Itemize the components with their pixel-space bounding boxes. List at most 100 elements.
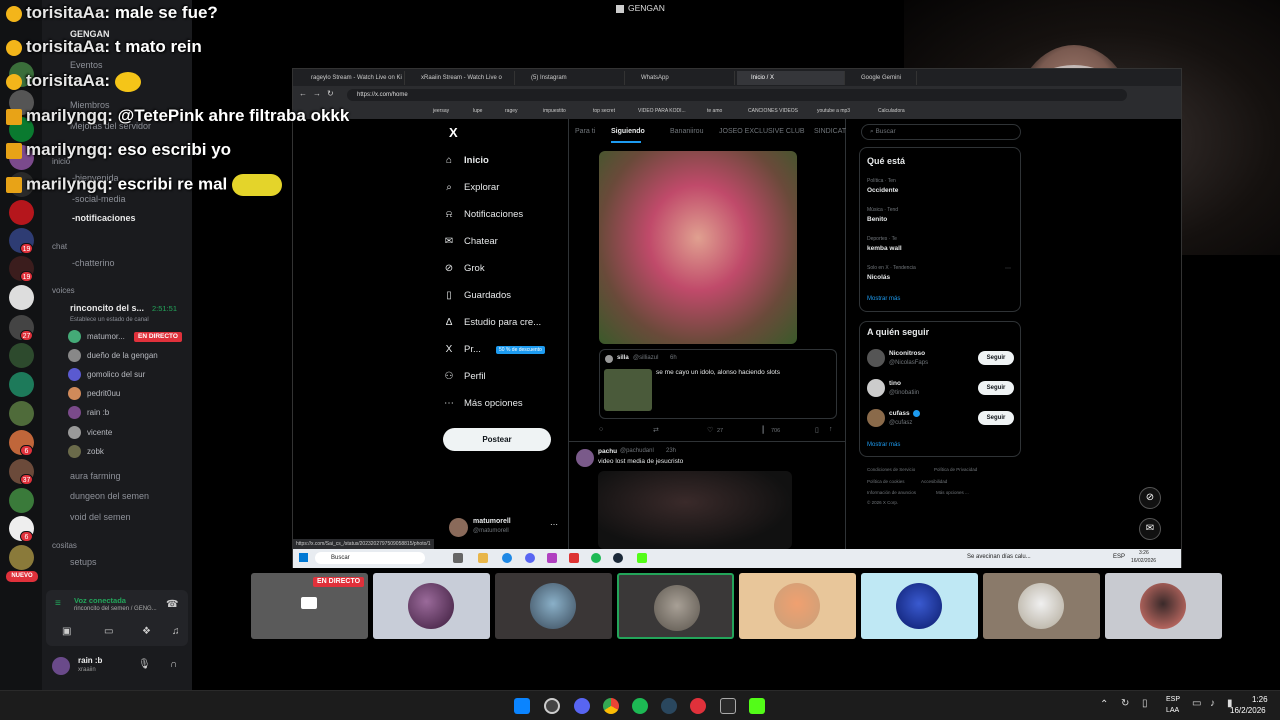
nav-explorar[interactable]: ⌕ Explorar — [443, 182, 499, 193]
voice-channel-name[interactable]: rinconcito del s... — [70, 300, 150, 316]
taskbar-app-icon[interactable] — [613, 553, 623, 563]
follow-name[interactable]: Niconitroso — [889, 350, 925, 357]
display-icon[interactable]: ▭ — [1192, 698, 1201, 709]
post-image[interactable] — [599, 151, 797, 344]
discord-icon[interactable] — [574, 698, 590, 714]
follow-button[interactable]: Seguir — [978, 351, 1014, 365]
soundboard-icon[interactable]: ♫ — [172, 626, 180, 637]
app-icon[interactable] — [690, 698, 706, 714]
call-tile-user-speaking[interactable] — [617, 573, 734, 639]
call-tile-screen[interactable]: EN DIRECTO — [251, 573, 368, 639]
nav-perfil[interactable]: ⚇ Perfil — [443, 371, 486, 382]
nav-estudio[interactable]: ∆ Estudio para cre... — [443, 317, 541, 328]
channel-notificaciones[interactable]: -notificaciones — [72, 210, 186, 226]
voice-user[interactable]: gomolico del sur — [68, 367, 145, 383]
footer-link[interactable]: Política de Privacidad — [934, 467, 977, 472]
repost-icon[interactable]: ⇄ — [653, 426, 659, 434]
kick-icon[interactable] — [749, 698, 765, 714]
bookmark[interactable]: Calculadora — [878, 108, 905, 114]
feed-tab-para-ti[interactable]: Para ti — [575, 128, 595, 135]
follow-name[interactable]: tino — [889, 380, 901, 387]
nav-chatear[interactable]: ✉ Chatear — [443, 236, 498, 247]
trend-name[interactable]: Nicolás — [867, 274, 890, 281]
clock-time[interactable]: 1:26 — [1252, 695, 1268, 704]
nav-notificaciones[interactable]: ⍾ Notificaciones — [443, 209, 523, 220]
inner-search[interactable]: Buscar — [315, 552, 425, 564]
taskbar-app-icon[interactable] — [637, 553, 647, 563]
nav-inicio[interactable]: ⌂ Inicio — [443, 155, 489, 166]
tab-x[interactable]: Inicio / X — [737, 71, 845, 85]
server-icon[interactable] — [9, 372, 34, 397]
windows-start-icon[interactable] — [514, 698, 530, 714]
call-tile-user[interactable] — [1105, 573, 1222, 639]
voice-user[interactable]: vicente — [68, 425, 112, 441]
feed-tab-list[interactable]: JOSEO EXCLUSIVE CLUB — [719, 128, 805, 135]
lang-primary[interactable]: ESP — [1166, 696, 1180, 703]
trend-name[interactable]: Occidente — [867, 187, 898, 194]
headset-icon[interactable]: ∩ — [170, 659, 177, 670]
taskbar-app-icon[interactable] — [453, 553, 463, 563]
bookmark[interactable]: ragey — [505, 108, 518, 114]
chrome-icon[interactable] — [603, 698, 619, 714]
call-tile-user[interactable] — [983, 573, 1100, 639]
grok-float-icon[interactable]: ⊘ — [1139, 487, 1161, 509]
server-icon[interactable] — [9, 200, 34, 225]
follow-avatar[interactable] — [867, 409, 885, 427]
post-button[interactable]: Postear — [443, 428, 551, 451]
bookmark[interactable]: lupe — [473, 108, 482, 114]
server-icon[interactable] — [9, 488, 34, 513]
voice-aura-farming[interactable]: aura farming — [70, 468, 186, 484]
bookmark[interactable]: CANCIONES VIDEOS — [748, 108, 798, 114]
taskbar-app-icon[interactable] — [569, 553, 579, 563]
voice-user[interactable]: rain :b — [68, 405, 109, 421]
voice-dungeon[interactable]: dungeon del semen — [70, 488, 186, 504]
trend-more-icon[interactable]: ⋯ — [1005, 265, 1011, 272]
mic-icon[interactable]: 🎙︎ — [138, 659, 151, 670]
voice-user[interactable]: pedrit0uu — [68, 386, 120, 402]
activity-icon[interactable]: ❖ — [142, 626, 151, 637]
voice-user[interactable]: matumor... — [68, 329, 125, 345]
feed-tab-list[interactable]: Bananiirou — [670, 128, 703, 135]
search-box[interactable]: ⌕ Buscar — [861, 124, 1021, 140]
follow-avatar[interactable] — [867, 349, 885, 367]
tab-kick-xraaiin[interactable]: xRaaiin Stream - Watch Live o — [407, 71, 515, 85]
nav-guardados[interactable]: ▯ Guardados — [443, 290, 511, 301]
category-chat[interactable]: chat — [52, 242, 67, 251]
inner-lang[interactable]: ESP — [1113, 554, 1125, 560]
lang-secondary[interactable]: LAA — [1166, 707, 1179, 714]
server-icon[interactable] — [9, 401, 34, 426]
views-icon[interactable]: ┃ — [761, 426, 765, 434]
follow-button[interactable]: Seguir — [978, 381, 1014, 395]
tab-instagram[interactable]: (5) Instagram — [517, 71, 625, 85]
feed-tab-list[interactable]: SINDICAT — [814, 128, 846, 135]
steam-icon[interactable] — [661, 698, 677, 714]
nav-premium[interactable]: X Pr... — [443, 344, 481, 355]
screen-share-icon[interactable]: ▭ — [104, 626, 113, 637]
call-tile-user[interactable] — [495, 573, 612, 639]
footer-link[interactable]: Accesibilidad — [921, 479, 947, 484]
post2-avatar[interactable] — [576, 449, 594, 467]
spotify-icon[interactable] — [632, 698, 648, 714]
taskbar-app-icon[interactable] — [591, 553, 601, 563]
windows-icon[interactable] — [299, 553, 308, 562]
clock-date[interactable]: 16/2/2026 — [1230, 706, 1266, 715]
camera-icon[interactable]: ▣ — [62, 626, 71, 637]
footer-link[interactable]: Política de cookies — [867, 479, 905, 484]
call-tile-user[interactable] — [861, 573, 978, 639]
bookmark-post-icon[interactable]: ▯ — [815, 426, 819, 434]
user-avatar[interactable] — [52, 657, 70, 675]
x-logo-icon[interactable]: X — [449, 125, 458, 140]
voice-status[interactable]: Establece un estado de canal — [70, 317, 149, 323]
follow-show-more[interactable]: Mostrar más — [867, 442, 900, 448]
bookmark[interactable]: impuestito — [543, 108, 566, 114]
bookmark[interactable]: jeersay — [433, 108, 449, 114]
url-input[interactable]: https://x.com/home — [347, 89, 1127, 101]
follow-button[interactable]: Seguir — [978, 411, 1014, 425]
reply-icon[interactable]: ○ — [599, 426, 603, 433]
tab-gemini[interactable]: Google Gemini — [847, 71, 917, 85]
call-tile-user[interactable] — [373, 573, 490, 639]
account-avatar[interactable] — [449, 518, 468, 537]
category-voices[interactable]: voices — [52, 286, 75, 295]
server-icon[interactable] — [9, 343, 34, 368]
disconnect-icon[interactable]: ☎ — [166, 599, 178, 610]
